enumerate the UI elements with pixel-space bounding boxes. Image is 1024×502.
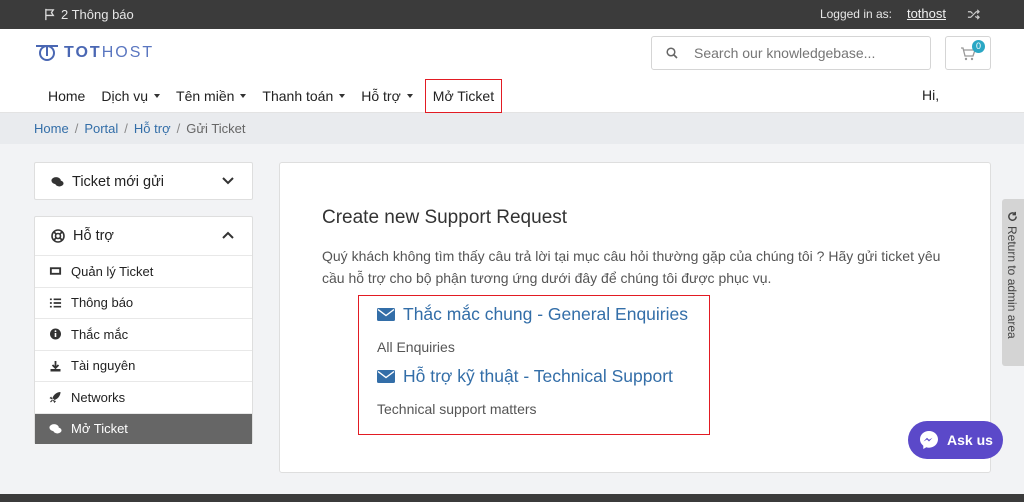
info-icon bbox=[50, 328, 61, 340]
nav-support[interactable]: Hỗ trợ bbox=[353, 79, 421, 113]
recent-tickets-title: Ticket mới gửi bbox=[72, 174, 164, 190]
sidebar-item-label: Networks bbox=[71, 389, 126, 405]
breadcrumb-separator: / bbox=[74, 121, 79, 136]
caret-down-icon bbox=[406, 94, 413, 98]
user-greeting[interactable]: Hi, bbox=[922, 87, 939, 103]
support-header[interactable]: Hỗ trợ bbox=[35, 217, 252, 255]
department-link-general[interactable]: Thắc mắc chung - General Enquiries bbox=[377, 304, 688, 325]
department-item: Hỗ trợ kỹ thuật - Technical Support Tech… bbox=[377, 366, 673, 417]
cart-button[interactable]: 0 bbox=[945, 36, 991, 70]
top-bar: 2 Thông báo Logged in as: tothost bbox=[0, 0, 1024, 29]
flag-icon bbox=[45, 8, 55, 21]
messenger-icon bbox=[920, 431, 938, 449]
list-icon bbox=[49, 298, 62, 308]
logo-text-host: HOST bbox=[101, 44, 155, 61]
logo-text-tot: TOT bbox=[64, 44, 102, 61]
breadcrumb-separator: / bbox=[176, 121, 181, 136]
envelope-icon bbox=[377, 370, 395, 383]
nav-open-ticket-label: Mở Ticket bbox=[432, 88, 495, 104]
shuffle-icon[interactable] bbox=[967, 8, 980, 21]
chevron-down-icon[interactable] bbox=[222, 177, 234, 185]
department-description: Technical support matters bbox=[377, 401, 537, 417]
sidebar-item-manage-tickets[interactable]: Quản lý Ticket bbox=[35, 255, 252, 287]
sidebar-item-announcements[interactable]: Thông báo bbox=[35, 286, 252, 319]
sidebar-item-networks[interactable]: Networks bbox=[35, 381, 252, 413]
notifications-link[interactable]: 2 Thông báo bbox=[44, 7, 134, 22]
nav-billing[interactable]: Thanh toán bbox=[254, 79, 353, 113]
life-ring-icon bbox=[51, 229, 65, 243]
nav-services[interactable]: Dịch vụ bbox=[93, 79, 168, 113]
comments-icon bbox=[49, 423, 62, 434]
ask-us-label: Ask us bbox=[947, 432, 993, 448]
header: TOTHOST 0 Home Dịch vụ Tên miền Thanh to… bbox=[0, 29, 1024, 113]
username-link[interactable]: tothost bbox=[907, 6, 946, 21]
return-to-admin-label: Return to admin area bbox=[1005, 226, 1019, 339]
sidebar-item-faq[interactable]: Thắc mắc bbox=[35, 318, 252, 350]
department-link-technical[interactable]: Hỗ trợ kỹ thuật - Technical Support bbox=[377, 366, 673, 387]
sidebar-item-open-ticket[interactable]: Mở Ticket bbox=[35, 412, 252, 444]
breadcrumb: Home / Portal / Hỗ trợ / Gửi Ticket bbox=[0, 113, 1024, 144]
breadcrumb-home[interactable]: Home bbox=[34, 121, 69, 136]
nav-home-label: Home bbox=[48, 88, 86, 104]
nav-domains-label: Tên miền bbox=[176, 88, 235, 104]
nav-domains[interactable]: Tên miền bbox=[168, 79, 254, 113]
support-title: Hỗ trợ bbox=[73, 228, 114, 244]
sidebar-item-downloads[interactable]: Tài nguyên bbox=[35, 349, 252, 382]
envelope-icon bbox=[377, 308, 395, 321]
chevron-up-icon[interactable] bbox=[222, 231, 234, 239]
department-item: Thắc mắc chung - General Enquiries All E… bbox=[377, 304, 688, 355]
page-description: Quý khách không tìm thấy câu trả lời tại… bbox=[322, 248, 941, 286]
nav-support-label: Hỗ trợ bbox=[361, 88, 401, 104]
nav-billing-label: Thanh toán bbox=[262, 88, 334, 104]
refresh-icon bbox=[1007, 211, 1017, 221]
breadcrumb-support[interactable]: Hỗ trợ bbox=[134, 121, 171, 136]
return-to-admin-tab[interactable]: Return to admin area bbox=[1002, 199, 1024, 366]
sidebar-item-label: Mở Ticket bbox=[71, 421, 128, 437]
department-name: Thắc mắc chung - General Enquiries bbox=[403, 304, 688, 324]
sidebar-item-label: Thông báo bbox=[71, 295, 134, 311]
sidebar-item-label: Quản lý Ticket bbox=[71, 263, 154, 279]
nav-open-ticket[interactable]: Mở Ticket bbox=[424, 79, 503, 113]
comments-icon bbox=[51, 177, 64, 187]
support-panel: Hỗ trợ Quản lý Ticket Thông báo Thắc mắc… bbox=[34, 216, 253, 444]
nav-home[interactable]: Home bbox=[40, 79, 93, 113]
main-content: Create new Support Request Quý khách khô… bbox=[279, 162, 991, 473]
logged-in-label: Logged in as: bbox=[819, 7, 892, 21]
caret-down-icon bbox=[154, 94, 161, 98]
cart-count-badge: 0 bbox=[972, 40, 985, 53]
breadcrumb-current: Gửi Ticket bbox=[186, 121, 246, 136]
notifications-label: 2 Thông báo bbox=[61, 7, 134, 22]
rocket-icon bbox=[49, 392, 61, 404]
caret-down-icon bbox=[339, 94, 346, 98]
search-box[interactable] bbox=[651, 36, 931, 70]
nav-services-label: Dịch vụ bbox=[101, 88, 149, 104]
page-title: Create new Support Request bbox=[322, 207, 568, 228]
download-icon bbox=[50, 360, 61, 372]
main-nav: Home Dịch vụ Tên miền Thanh toán Hỗ trợ … bbox=[40, 79, 503, 113]
return-to-admin-content: Return to admin area bbox=[1005, 211, 1019, 339]
breadcrumb-portal[interactable]: Portal bbox=[84, 121, 118, 136]
footer-bar bbox=[0, 494, 1024, 502]
recent-tickets-header[interactable]: Ticket mới gửi bbox=[35, 163, 252, 201]
sidebar-item-label: Thắc mắc bbox=[71, 326, 129, 342]
logo-mark-icon bbox=[36, 45, 58, 61]
department-description: All Enquiries bbox=[377, 339, 455, 355]
search-icon bbox=[666, 47, 678, 59]
ticket-icon bbox=[49, 267, 62, 275]
logo[interactable]: TOT HOST bbox=[34, 43, 154, 63]
department-name: Hỗ trợ kỹ thuật - Technical Support bbox=[403, 366, 673, 386]
caret-down-icon bbox=[240, 94, 247, 98]
recent-tickets-panel: Ticket mới gửi bbox=[34, 162, 253, 200]
sidebar-item-label: Tài nguyên bbox=[71, 358, 136, 374]
search-input[interactable] bbox=[694, 45, 914, 61]
ask-us-button[interactable]: Ask us bbox=[908, 421, 1003, 459]
breadcrumb-separator: / bbox=[124, 121, 128, 136]
department-list: Thắc mắc chung - General Enquiries All E… bbox=[358, 295, 710, 435]
